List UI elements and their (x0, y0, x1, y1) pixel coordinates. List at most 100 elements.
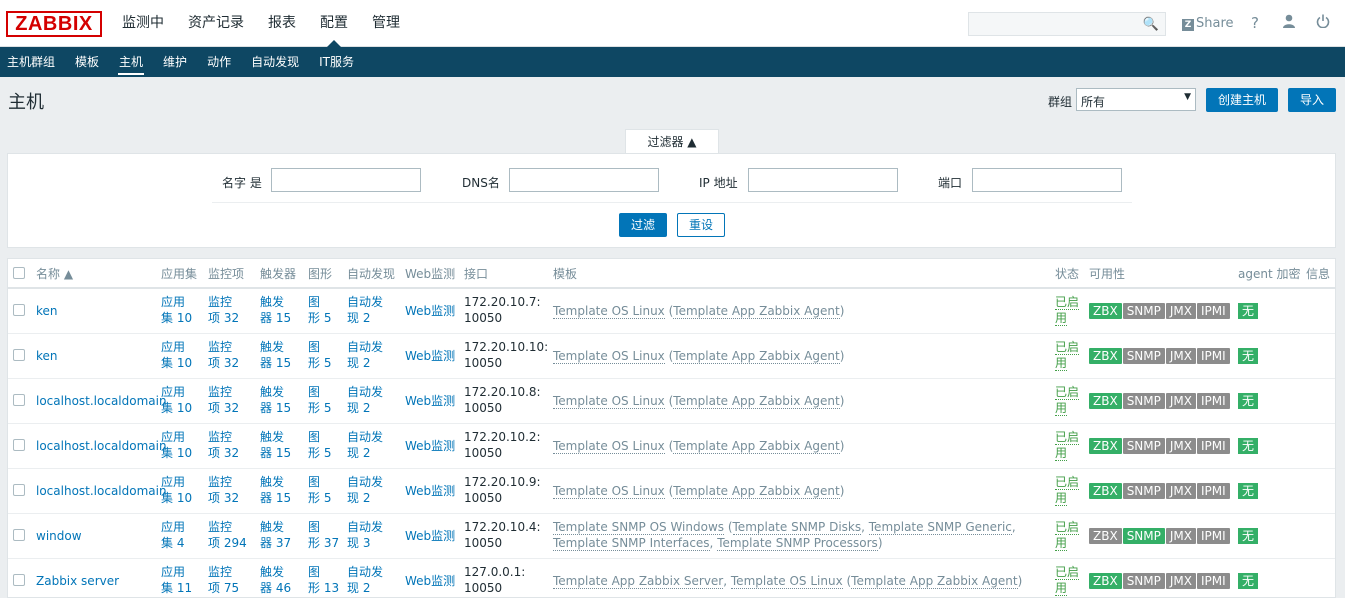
template-link[interactable]: Template OS Linux (730, 574, 843, 589)
disc-link[interactable]: 自动发现 2 (347, 384, 383, 416)
host-name-link[interactable]: window (36, 528, 82, 544)
template-link[interactable]: Template SNMP Interfaces (553, 536, 710, 551)
filter-ip-input[interactable] (748, 168, 898, 192)
disc-link[interactable]: 自动发现 2 (347, 564, 383, 596)
items-link[interactable]: 监控项 32 (208, 429, 239, 461)
filter-apply-button[interactable]: 过滤 (619, 213, 667, 237)
user-profile-icon[interactable] (1282, 14, 1296, 32)
template-link[interactable]: Template App Zabbix Server (553, 574, 724, 589)
template-link[interactable]: Template App Zabbix Agent (673, 304, 840, 319)
status-toggle[interactable]: 已启用 (1055, 384, 1080, 416)
apps-link[interactable]: 应用集 10 (161, 474, 192, 506)
status-toggle[interactable]: 已启用 (1055, 429, 1080, 461)
items-link[interactable]: 监控项 32 (208, 384, 239, 416)
help-icon[interactable]: ? (1251, 14, 1259, 32)
apps-link[interactable]: 应用集 10 (161, 294, 192, 326)
row-checkbox[interactable] (13, 439, 25, 451)
search-icon[interactable]: 🔍 (1143, 17, 1159, 32)
status-toggle[interactable]: 已启用 (1055, 564, 1080, 596)
import-button[interactable]: 导入 (1288, 88, 1336, 112)
graph-link[interactable]: 图形 37 (308, 519, 339, 551)
graph-link[interactable]: 图形 5 (308, 339, 331, 371)
submenu-maintenance[interactable]: 维护 (153, 47, 197, 77)
template-link[interactable]: Template OS Linux (553, 484, 665, 499)
template-link[interactable]: Template App Zabbix Agent (673, 394, 840, 409)
items-link[interactable]: 监控项 32 (208, 294, 239, 326)
row-checkbox[interactable] (13, 304, 25, 316)
status-toggle[interactable]: 已启用 (1055, 519, 1080, 551)
template-link[interactable]: Template OS Linux (553, 394, 665, 409)
template-link[interactable]: Template SNMP Processors (717, 536, 878, 551)
web-link[interactable]: Web监测 (405, 438, 455, 454)
create-host-button[interactable]: 创建主机 (1206, 88, 1278, 112)
filter-tab[interactable]: 过滤器 ▲ (625, 129, 719, 154)
template-link[interactable]: Template App Zabbix Agent (673, 439, 840, 454)
template-link[interactable]: Template SNMP Disks (732, 520, 862, 535)
disc-link[interactable]: 自动发现 3 (347, 519, 383, 551)
template-link[interactable]: Template OS Linux (553, 349, 665, 364)
global-search-input[interactable]: 🔍 (968, 12, 1166, 36)
disc-link[interactable]: 自动发现 2 (347, 429, 383, 461)
items-link[interactable]: 监控项 32 (208, 339, 239, 371)
apps-link[interactable]: 应用集 10 (161, 384, 192, 416)
items-link[interactable]: 监控项 75 (208, 564, 239, 596)
row-checkbox[interactable] (13, 484, 25, 496)
apps-link[interactable]: 应用集 4 (161, 519, 185, 551)
web-link[interactable]: Web监测 (405, 393, 455, 409)
trig-link[interactable]: 触发器 37 (260, 519, 291, 551)
host-name-link[interactable]: localhost.localdomain (36, 393, 167, 409)
trig-link[interactable]: 触发器 15 (260, 294, 291, 326)
host-name-link[interactable]: ken (36, 303, 58, 319)
apps-link[interactable]: 应用集 10 (161, 339, 192, 371)
host-name-link[interactable]: Zabbix server (36, 573, 119, 589)
menu-reports[interactable]: 报表 (256, 0, 308, 47)
row-checkbox[interactable] (13, 529, 25, 541)
graph-link[interactable]: 图形 5 (308, 474, 331, 506)
items-link[interactable]: 监控项 32 (208, 474, 239, 506)
select-all-checkbox[interactable] (13, 267, 25, 279)
trig-link[interactable]: 触发器 46 (260, 564, 291, 596)
apps-link[interactable]: 应用集 11 (161, 564, 192, 596)
submenu-discovery[interactable]: 自动发现 (241, 47, 309, 77)
col-name[interactable]: 名称 ▲ (36, 266, 73, 282)
menu-monitoring[interactable]: 监测中 (110, 0, 176, 47)
trig-link[interactable]: 触发器 15 (260, 384, 291, 416)
status-toggle[interactable]: 已启用 (1055, 294, 1080, 326)
web-link[interactable]: Web监测 (405, 303, 455, 319)
host-name-link[interactable]: ken (36, 348, 58, 364)
template-link[interactable]: Template OS Linux (553, 304, 665, 319)
trig-link[interactable]: 触发器 15 (260, 429, 291, 461)
disc-link[interactable]: 自动发现 2 (347, 339, 383, 371)
menu-configuration[interactable]: 配置 (308, 0, 360, 47)
host-name-link[interactable]: localhost.localdomain (36, 483, 167, 499)
submenu-actions[interactable]: 动作 (197, 47, 241, 77)
graph-link[interactable]: 图形 5 (308, 384, 331, 416)
row-checkbox[interactable] (13, 349, 25, 361)
filter-port-input[interactable] (972, 168, 1122, 192)
status-toggle[interactable]: 已启用 (1055, 474, 1080, 506)
web-link[interactable]: Web监测 (405, 483, 455, 499)
graph-link[interactable]: 图形 5 (308, 429, 331, 461)
submenu-templates[interactable]: 模板 (65, 47, 109, 77)
status-toggle[interactable]: 已启用 (1055, 339, 1080, 371)
filter-dns-input[interactable] (509, 168, 659, 192)
submenu-hosts[interactable]: 主机 (109, 47, 153, 77)
trig-link[interactable]: 触发器 15 (260, 339, 291, 371)
web-link[interactable]: Web监测 (405, 528, 455, 544)
filter-reset-button[interactable]: 重设 (677, 213, 725, 237)
apps-link[interactable]: 应用集 10 (161, 429, 192, 461)
graph-link[interactable]: 图形 13 (308, 564, 339, 596)
disc-link[interactable]: 自动发现 2 (347, 294, 383, 326)
filter-name-input[interactable] (271, 168, 421, 192)
template-link[interactable]: Template App Zabbix Agent (673, 484, 840, 499)
submenu-it-services[interactable]: IT服务 (309, 47, 364, 77)
logout-icon[interactable] (1316, 14, 1330, 32)
web-link[interactable]: Web监测 (405, 573, 455, 589)
zabbix-logo[interactable]: ZABBIX (6, 11, 102, 37)
template-link[interactable]: Template OS Linux (553, 439, 665, 454)
trig-link[interactable]: 触发器 15 (260, 474, 291, 506)
share-link[interactable]: Z Share (1182, 16, 1234, 31)
template-link[interactable]: Template SNMP OS Windows (553, 520, 725, 535)
template-link[interactable]: Template SNMP Generic (868, 520, 1012, 535)
col-status[interactable]: 状态 (1055, 266, 1079, 282)
